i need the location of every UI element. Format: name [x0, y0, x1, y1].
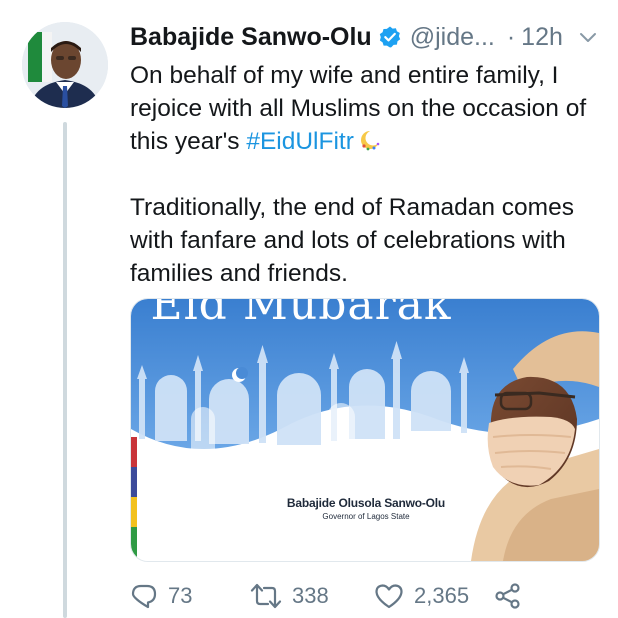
verified-badge-icon [378, 25, 402, 49]
share-button[interactable] [494, 582, 522, 610]
separator-dot: · [506, 22, 516, 51]
hashtag-link[interactable]: #EidUlFitr [246, 128, 354, 155]
tweet[interactable]: Babajide Sanwo-Olu @jide... · 12h On beh… [0, 0, 618, 618]
share-icon [495, 583, 520, 609]
tweet-header: Babajide Sanwo-Olu @jide... · 12h [130, 16, 600, 58]
media-signature: Babajide Olusola Sanwo-Olu Governor of L… [271, 496, 461, 521]
signature-name: Babajide Olusola Sanwo-Olu [286, 496, 446, 510]
thread-line [63, 122, 67, 618]
reply-count: 73 [168, 583, 193, 608]
like-count: 2,365 [414, 583, 470, 608]
reply-button[interactable]: 73 [130, 582, 250, 610]
retweet-count: 338 [292, 583, 329, 608]
avatar-column [22, 22, 108, 108]
tweet-timestamp[interactable]: 12h [521, 23, 563, 52]
signature-title: Governor of Lagos State [322, 512, 410, 521]
crescent-moon-emoji-icon [358, 128, 382, 152]
tweet-text: On behalf of my wife and entire family, … [130, 59, 600, 290]
author-handle[interactable]: @jide... [410, 23, 495, 52]
reply-icon [131, 584, 157, 609]
tweet-media-image[interactable]: Eid Mubarak Babajide Olusola Sanwo-Olu G… [130, 298, 600, 562]
chevron-down-icon[interactable] [577, 26, 599, 48]
media-title: Eid Mubarak [150, 298, 452, 330]
avatar[interactable] [22, 22, 108, 108]
tweet-actions: 73 338 2,365 [130, 578, 522, 614]
tweet-paragraph-2: Traditionally, the end of Ramadan comes … [130, 194, 574, 287]
tweet-paragraph-1: On behalf of my wife and entire family, … [130, 59, 600, 158]
like-button[interactable]: 2,365 [374, 582, 494, 610]
tweet-content: Babajide Sanwo-Olu @jide... · 12h On beh… [130, 16, 600, 290]
retweet-button[interactable]: 338 [250, 582, 374, 610]
author-name[interactable]: Babajide Sanwo-Olu [130, 23, 372, 52]
heart-icon [375, 584, 403, 609]
retweet-icon [250, 583, 282, 609]
